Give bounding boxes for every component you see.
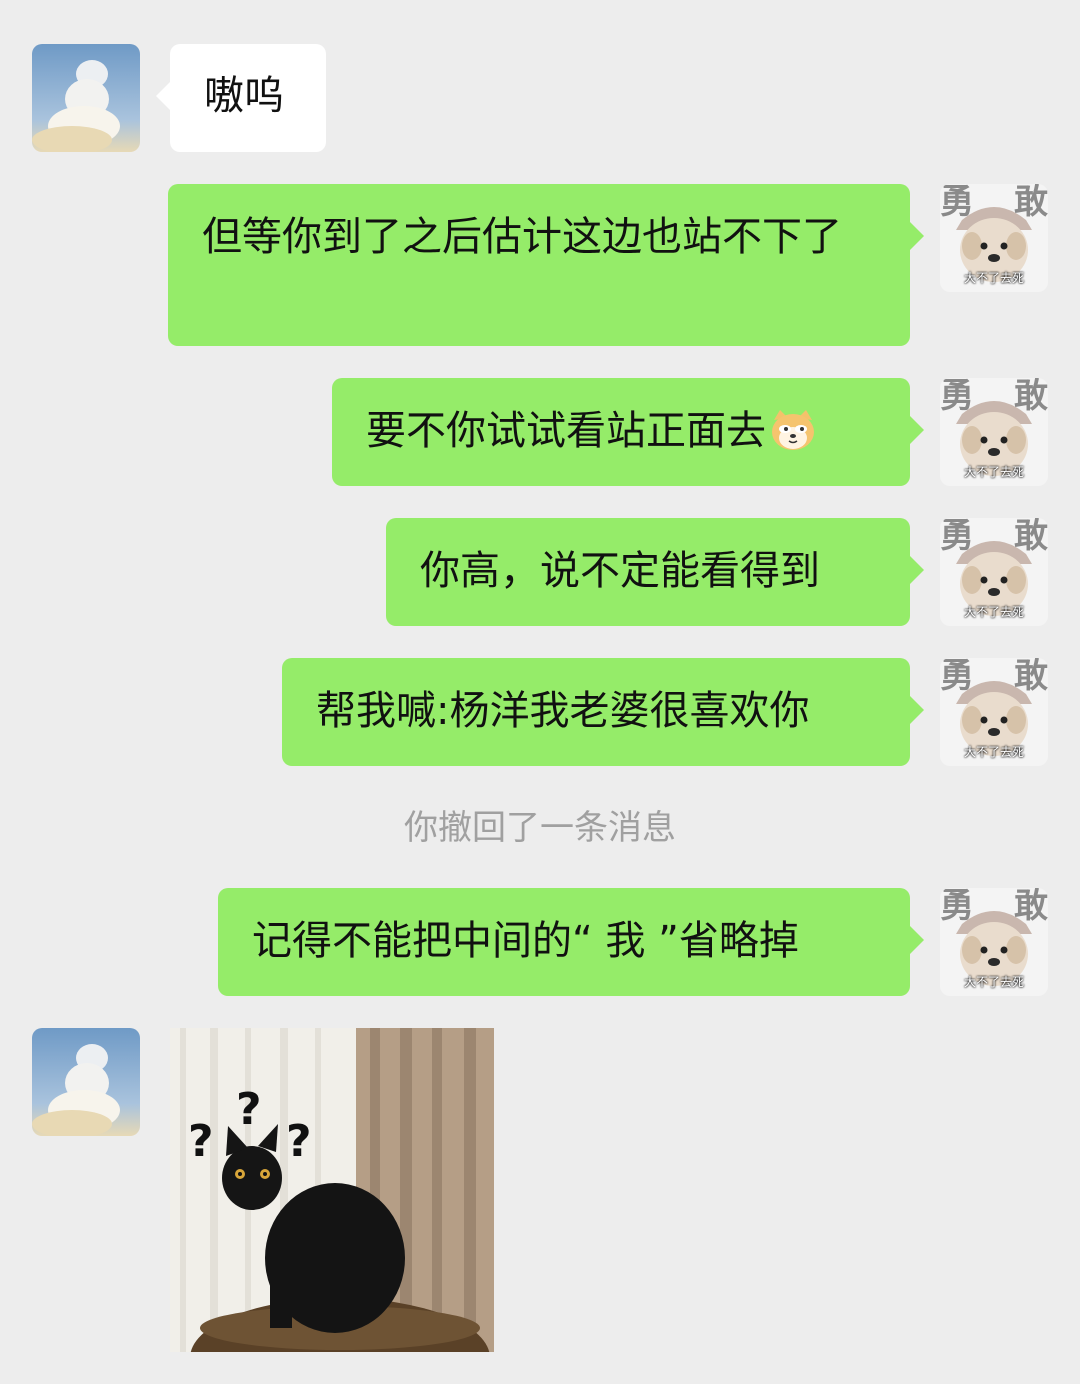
message-bubble-incoming[interactable]: 嗷呜 [156,44,326,152]
question-mark-middle: ? [236,1084,262,1135]
message-text: 记得不能把中间的“ 我 ”省略掉 [252,918,799,964]
contact-avatar[interactable] [32,1028,140,1136]
avatar-char-left: 勇 [940,518,974,556]
avatar-char-right: 敢 [1014,888,1048,926]
my-avatar[interactable]: 勇 敢 大不了去死 [940,658,1048,766]
avatar-caption-top: 勇 敢 [940,184,1048,222]
avatar-char-left: 勇 [940,658,974,696]
question-mark-right: ? [286,1116,312,1167]
my-avatar[interactable]: 勇 敢 大不了去死 [940,888,1048,996]
avatar-char-right: 敢 [1014,658,1048,696]
avatar-caption-top: 勇 敢 [940,378,1048,416]
avatar-caption-bottom: 大不了去死 [963,605,1024,619]
question-mark-left: ? [188,1116,214,1167]
avatar-caption-bottom: 大不了去死 [963,271,1024,285]
message-bubble-outgoing[interactable]: 但等你到了之后估计这边也站不下了 [168,184,924,346]
contact-avatar[interactable] [32,44,140,152]
avatar-char-left: 勇 [940,184,974,222]
avatar-caption-bottom: 大不了去死 [963,465,1024,479]
my-avatar[interactable]: 勇 敢 大不了去死 [940,518,1048,626]
recall-notice: 你撤回了一条消息 [404,808,676,848]
message-bubble-outgoing[interactable]: 要不你试试看站正面去 [332,378,924,486]
avatar-caption-top: 勇 敢 [940,658,1048,696]
message-text: 但等你到了之后估计这边也站不下了 [202,214,842,260]
avatar-caption-top: 勇 敢 [940,518,1048,556]
my-avatar[interactable]: 勇 敢 大不了去死 [940,184,1048,292]
avatar-caption-top: 勇 敢 [940,888,1048,926]
message-text: 你高，说不定能看得到 [420,548,820,594]
avatar-char-left: 勇 [940,888,974,926]
message-bubble-outgoing[interactable]: 帮我喊:杨洋我老婆很喜欢你 [282,658,924,766]
message-text: 帮我喊:杨洋我老婆很喜欢你 [316,688,810,734]
avatar-char-right: 敢 [1014,184,1048,222]
cat-sticker-image[interactable]: ? ? ? [170,1028,494,1352]
avatar-char-right: 敢 [1014,378,1048,416]
message-text: 要不你试试看站正面去 [366,408,766,454]
avatar-char-left: 勇 [940,378,974,416]
avatar-char-right: 敢 [1014,518,1048,556]
message-bubble-outgoing[interactable]: 记得不能把中间的“ 我 ”省略掉 [218,888,924,996]
message-bubble-outgoing[interactable]: 你高，说不定能看得到 [386,518,924,626]
my-avatar[interactable]: 勇 敢 大不了去死 [940,378,1048,486]
avatar-caption-bottom: 大不了去死 [963,975,1024,989]
avatar-caption-bottom: 大不了去死 [963,745,1024,759]
message-text: 嗷呜 [204,73,284,119]
doge-emoji-icon [768,408,818,452]
